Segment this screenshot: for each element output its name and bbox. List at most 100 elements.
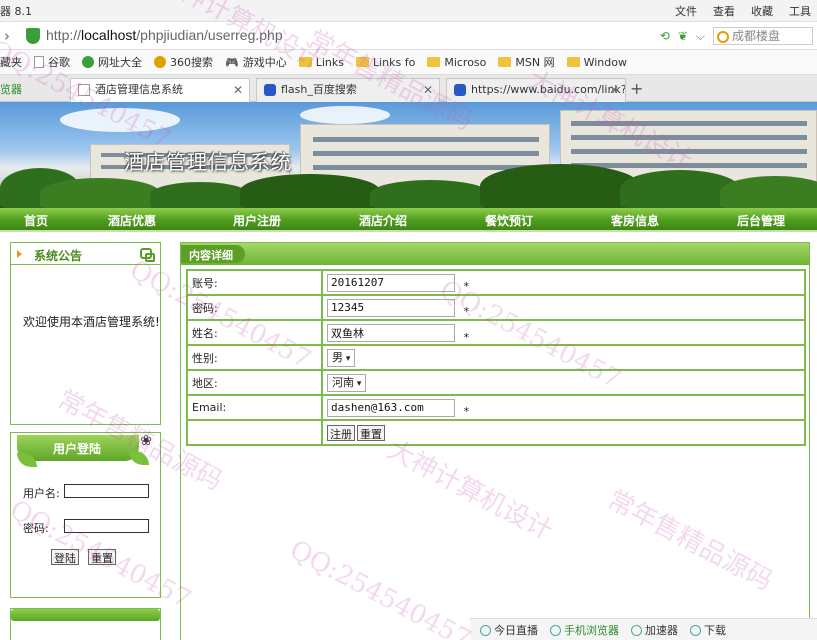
gamepad-icon: 🎮 xyxy=(225,55,239,69)
nav-admin[interactable]: 后台管理 xyxy=(737,212,785,229)
password-input[interactable] xyxy=(327,298,455,317)
status-live[interactable]: 今日直播 xyxy=(480,622,538,638)
reset-button[interactable]: 重置 xyxy=(88,549,116,565)
main-nav: 首页 酒店优惠 用户注册 酒店介绍 餐饮预订 客房信息 后台管理 xyxy=(0,208,817,232)
password-label: 密码: xyxy=(186,294,323,321)
download-icon xyxy=(690,625,701,636)
compat-mode-icon[interactable]: ⟲ xyxy=(660,29,670,43)
page-icon xyxy=(34,56,44,68)
login-button[interactable]: 登陆 xyxy=(51,549,79,565)
status-mobile-browser[interactable]: 手机浏览器 xyxy=(550,622,619,638)
baidu-paw-icon xyxy=(454,84,466,96)
notice-text: 欢迎使用本酒店管理系统! xyxy=(23,315,160,329)
bookmark-google[interactable]: 谷歌 xyxy=(34,54,70,70)
region-select[interactable]: 河南 xyxy=(327,373,367,392)
form-reset-button[interactable]: 重置 xyxy=(357,424,385,441)
status-download[interactable]: 下载 xyxy=(690,622,726,638)
required-mark: * xyxy=(463,280,470,293)
bookmark-microsoft[interactable]: Microso xyxy=(427,56,486,69)
tab-flash-baidu[interactable]: flash_百度搜索 ✕ xyxy=(256,78,440,102)
nav-promotions[interactable]: 酒店优惠 xyxy=(108,212,156,229)
gender-select[interactable]: 男 xyxy=(327,348,356,367)
password-input[interactable] xyxy=(64,519,149,533)
username-input[interactable] xyxy=(64,484,149,498)
menu-file[interactable]: 文件 xyxy=(675,3,697,19)
account-input[interactable] xyxy=(327,273,455,292)
site-banner: 酒店管理信息系统 xyxy=(0,102,817,208)
nav-room-info[interactable]: 客房信息 xyxy=(611,212,659,229)
region-label: 地区: xyxy=(186,369,323,396)
tab-baidu-link[interactable]: https://www.baidu.com/link?u ✕ xyxy=(446,78,626,102)
tab-hotel-system[interactable]: 酒店管理信息系统 ✕ xyxy=(70,78,250,102)
close-icon[interactable]: ✕ xyxy=(609,79,619,101)
folder-icon xyxy=(298,57,312,67)
tab-side-label: 览器 xyxy=(0,83,22,96)
globe-icon xyxy=(82,56,94,68)
name-label: 姓名: xyxy=(186,319,323,346)
bookmark-msn[interactable]: MSN 网 xyxy=(498,54,555,70)
page-icon xyxy=(78,84,90,96)
account-label: 账号: xyxy=(186,269,323,296)
login-panel: 用户登陆 ❀ 用户名: 密码: 登陆 重置 xyxy=(10,432,161,598)
folder-icon xyxy=(355,57,369,67)
folder-icon xyxy=(498,57,512,67)
required-mark: * xyxy=(463,305,470,318)
bookmark-links-for[interactable]: Links fo xyxy=(355,56,415,69)
tab-label: 酒店管理信息系统 xyxy=(95,83,183,96)
dropdown-chevron-icon[interactable]: ⌵ xyxy=(696,29,705,44)
banner-title: 酒店管理信息系统 xyxy=(124,150,292,174)
browser-status-bar: 今日直播 手机浏览器 加速器 下载 xyxy=(470,618,817,640)
name-input[interactable] xyxy=(327,323,455,342)
form-row-gender: 性别: 男 xyxy=(186,344,806,371)
browser-app-title: 器 8.1 xyxy=(0,5,32,18)
content-title: 内容详细 xyxy=(189,249,233,262)
leaf-icon[interactable]: ❦ xyxy=(678,29,688,43)
leaf-icon xyxy=(129,451,149,465)
tab-label: flash_百度搜索 xyxy=(281,83,357,96)
browser-menu-bar: 文件 查看 收藏 工具 xyxy=(675,3,811,19)
bookmark-game-center[interactable]: 🎮 游戏中心 xyxy=(225,54,287,70)
address-bar-tools: ⟲ ❦ ⌵ 成都楼盘 xyxy=(660,27,813,45)
folder-icon xyxy=(566,57,580,67)
email-input[interactable] xyxy=(327,398,455,417)
butterfly-icon: ❀ xyxy=(140,433,152,449)
close-icon[interactable]: ✕ xyxy=(423,79,433,101)
menu-view[interactable]: 查看 xyxy=(713,3,735,19)
more-icon[interactable] xyxy=(140,248,155,262)
bookmark-windows[interactable]: Window xyxy=(566,56,627,69)
status-accelerator[interactable]: 加速器 xyxy=(631,622,678,638)
bookmark-360-search[interactable]: 360搜索 xyxy=(154,54,213,70)
required-mark: * xyxy=(463,405,470,418)
close-icon[interactable]: ✕ xyxy=(233,79,243,101)
gender-label: 性别: xyxy=(186,344,323,371)
menu-tools[interactable]: 工具 xyxy=(789,3,811,19)
notice-title: 系统公告 xyxy=(34,249,83,263)
register-form: 账号: * 密码: * 姓名: * 性别: 男 地区: 河南 Email: * … xyxy=(186,269,806,446)
required-mark: * xyxy=(463,330,470,344)
nav-dining-booking[interactable]: 餐饮预订 xyxy=(485,212,533,229)
bookmark-directory[interactable]: 网址大全 xyxy=(82,54,142,70)
nav-register[interactable]: 用户注册 xyxy=(233,212,281,229)
nav-hotel-intro[interactable]: 酒店介绍 xyxy=(359,212,407,229)
email-label: Email: xyxy=(186,394,323,421)
form-row-account: 账号: * xyxy=(186,269,806,296)
menu-favorites[interactable]: 收藏 xyxy=(751,3,773,19)
arrow-right-icon xyxy=(17,250,22,258)
notice-panel: 系统公告 欢迎使用本酒店管理系统! xyxy=(10,242,161,425)
form-row-name: 姓名: * xyxy=(186,319,806,346)
phone-icon xyxy=(550,625,561,636)
nav-home[interactable]: 首页 xyxy=(24,212,48,229)
url-field[interactable]: http://localhost/phpjiudian/userreg.php xyxy=(46,27,283,43)
form-row-email: Email: * xyxy=(186,394,806,421)
login-header: 用户登陆 xyxy=(17,435,139,461)
register-button[interactable]: 注册 xyxy=(327,424,355,441)
new-tab-button[interactable]: + xyxy=(630,79,643,98)
browser-title-bar: 器 8.1 文件 查看 收藏 工具 xyxy=(0,0,817,22)
forward-icon[interactable]: › xyxy=(4,27,10,45)
baidu-paw-icon xyxy=(264,84,276,96)
bookmark-links[interactable]: Links xyxy=(298,56,344,69)
search-input[interactable]: 成都楼盘 xyxy=(713,27,813,45)
notice-header: 系统公告 xyxy=(11,243,160,265)
address-bar: › http://localhost/phpjiudian/userreg.ph… xyxy=(0,22,817,50)
bookmark-favorites[interactable]: 藏夹 xyxy=(0,54,22,70)
